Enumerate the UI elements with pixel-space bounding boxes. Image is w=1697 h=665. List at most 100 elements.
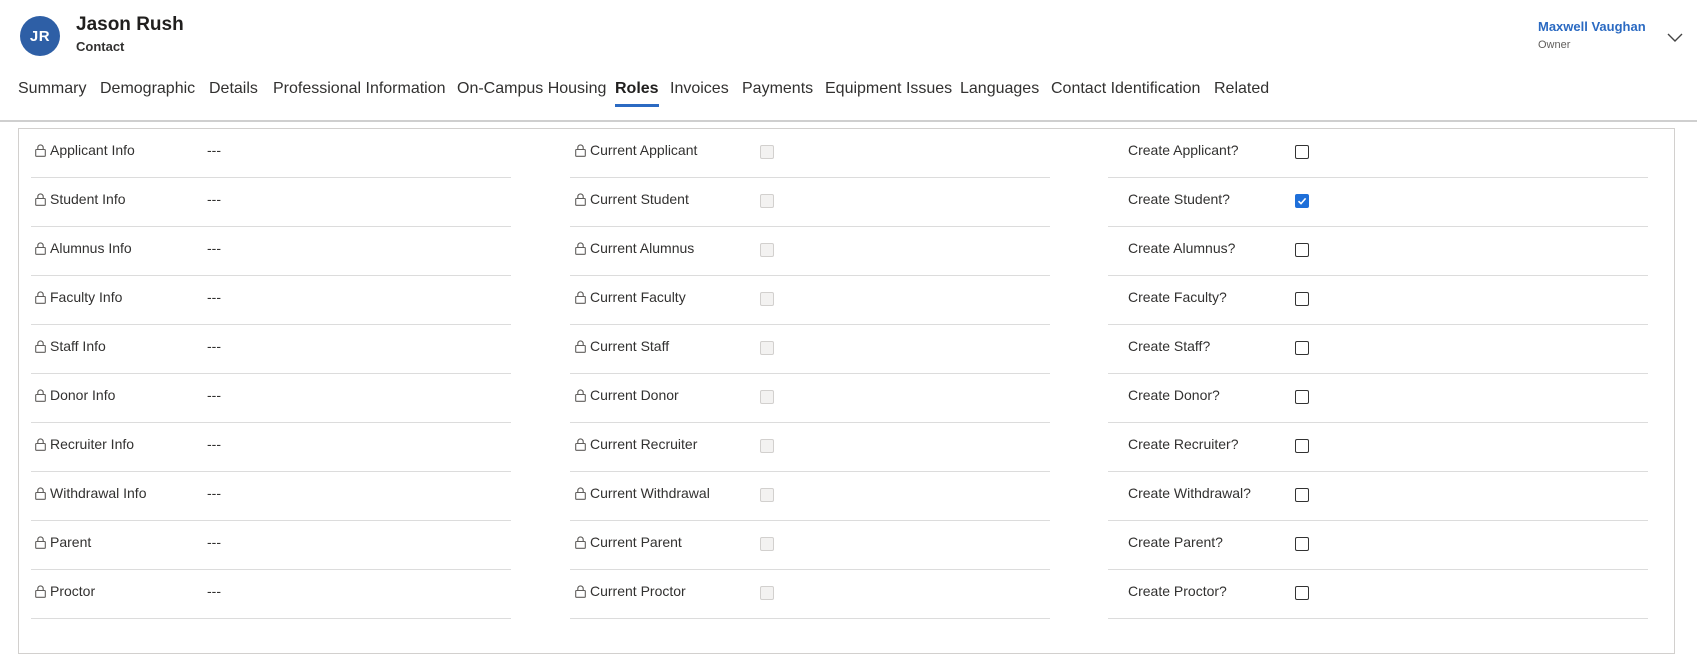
- field-row: Current Student: [570, 178, 1050, 227]
- field-row: Proctor ---: [31, 570, 511, 619]
- field-row: Donor Info ---: [31, 374, 511, 423]
- lock-icon: [35, 143, 46, 157]
- tab-contact-identification[interactable]: Contact Identification: [1051, 80, 1200, 98]
- field-row: Recruiter Info ---: [31, 423, 511, 472]
- field-row: Current Recruiter: [570, 423, 1050, 472]
- field-label: Student Info: [50, 191, 126, 207]
- field-row: Create Proctor?: [1108, 570, 1648, 619]
- field-row: Create Faculty?: [1108, 276, 1648, 325]
- create-column: Create Applicant? Create Student? Create…: [1108, 129, 1648, 619]
- tab-details[interactable]: Details: [209, 80, 258, 98]
- field-row: Create Recruiter?: [1108, 423, 1648, 472]
- create-applicant-checkbox[interactable]: [1295, 145, 1309, 159]
- tab-summary[interactable]: Summary: [18, 80, 86, 98]
- lock-icon: [35, 290, 46, 304]
- field-value[interactable]: ---: [207, 289, 221, 305]
- lock-icon: [575, 388, 586, 402]
- lock-icon: [575, 143, 586, 157]
- create-alumnus-checkbox[interactable]: [1295, 243, 1309, 257]
- field-value[interactable]: ---: [207, 436, 221, 452]
- record-header: JR Jason Rush Contact Maxwell Vaughan Ow…: [0, 0, 1697, 122]
- tab-payments[interactable]: Payments: [742, 80, 813, 98]
- create-proctor-checkbox[interactable]: [1295, 586, 1309, 600]
- record-title: Jason Rush: [76, 14, 184, 35]
- field-row: Staff Info ---: [31, 325, 511, 374]
- owner-link[interactable]: Maxwell Vaughan: [1538, 19, 1646, 34]
- field-row: Alumnus Info ---: [31, 227, 511, 276]
- field-label: Faculty Info: [50, 289, 123, 305]
- owner-label: Owner: [1538, 39, 1571, 51]
- create-withdrawal-checkbox[interactable]: [1295, 488, 1309, 502]
- create-student-checkbox[interactable]: [1295, 194, 1309, 208]
- tab-related[interactable]: Related: [1214, 80, 1269, 98]
- field-label: Create Faculty?: [1128, 289, 1227, 305]
- field-label: Current Applicant: [590, 142, 698, 158]
- field-row: Student Info ---: [31, 178, 511, 227]
- current-checkbox: [760, 488, 774, 502]
- tab-professional-information[interactable]: Professional Information: [273, 80, 446, 98]
- current-checkbox: [760, 145, 774, 159]
- current-checkbox: [760, 439, 774, 453]
- create-parent-checkbox[interactable]: [1295, 537, 1309, 551]
- current-checkbox: [760, 537, 774, 551]
- create-recruiter-checkbox[interactable]: [1295, 439, 1309, 453]
- field-row: Create Student?: [1108, 178, 1648, 227]
- avatar: JR: [20, 16, 60, 56]
- field-label: Withdrawal Info: [50, 485, 147, 501]
- field-label: Applicant Info: [50, 142, 135, 158]
- field-label: Create Applicant?: [1128, 142, 1239, 158]
- field-label: Current Student: [590, 191, 689, 207]
- field-label: Current Parent: [590, 534, 682, 550]
- field-label: Create Recruiter?: [1128, 436, 1239, 452]
- current-checkbox: [760, 341, 774, 355]
- lock-icon: [575, 437, 586, 451]
- current-checkbox: [760, 243, 774, 257]
- field-row: Create Withdrawal?: [1108, 472, 1648, 521]
- field-value[interactable]: ---: [207, 583, 221, 599]
- field-label: Proctor: [50, 583, 96, 599]
- field-row: Current Faculty: [570, 276, 1050, 325]
- field-row: Create Applicant?: [1108, 129, 1648, 178]
- checkmark-icon: [1297, 197, 1307, 205]
- field-value[interactable]: ---: [207, 142, 221, 158]
- field-label: Current Proctor: [590, 583, 686, 599]
- field-row: Applicant Info ---: [31, 129, 511, 178]
- field-label: Staff Info: [50, 338, 106, 354]
- field-value[interactable]: ---: [207, 485, 221, 501]
- lock-icon: [575, 241, 586, 255]
- info-column: Applicant Info --- Student Info --- Alum…: [31, 129, 511, 619]
- field-label: Alumnus Info: [50, 240, 132, 256]
- tab-roles[interactable]: Roles: [615, 80, 659, 107]
- field-label: Parent: [50, 534, 92, 550]
- current-checkbox: [760, 292, 774, 306]
- field-value[interactable]: ---: [207, 338, 221, 354]
- create-staff-checkbox[interactable]: [1295, 341, 1309, 355]
- field-row: Current Parent: [570, 521, 1050, 570]
- field-value[interactable]: ---: [207, 534, 221, 550]
- tab-equipment-issues[interactable]: Equipment Issues: [825, 80, 952, 98]
- tab-invoices[interactable]: Invoices: [670, 80, 729, 98]
- field-row: Withdrawal Info ---: [31, 472, 511, 521]
- field-label: Current Staff: [590, 338, 670, 354]
- tab-demographic[interactable]: Demographic: [100, 80, 195, 98]
- lock-icon: [35, 192, 46, 206]
- tab-on-campus-housing[interactable]: On-Campus Housing: [457, 80, 606, 98]
- field-row: Create Alumnus?: [1108, 227, 1648, 276]
- field-value[interactable]: ---: [207, 191, 221, 207]
- lock-icon: [35, 437, 46, 451]
- field-value[interactable]: ---: [207, 387, 221, 403]
- create-donor-checkbox[interactable]: [1295, 390, 1309, 404]
- field-label: Create Parent?: [1128, 534, 1223, 550]
- tab-languages[interactable]: Languages: [960, 80, 1039, 98]
- field-value[interactable]: ---: [207, 240, 221, 256]
- lock-icon: [575, 290, 586, 304]
- lock-icon: [35, 339, 46, 353]
- chevron-down-icon[interactable]: [1667, 30, 1683, 48]
- current-checkbox: [760, 390, 774, 404]
- lock-icon: [35, 388, 46, 402]
- create-faculty-checkbox[interactable]: [1295, 292, 1309, 306]
- field-label: Donor Info: [50, 387, 116, 403]
- field-label: Create Alumnus?: [1128, 240, 1236, 256]
- lock-icon: [575, 584, 586, 598]
- record-entity-type: Contact: [76, 39, 125, 54]
